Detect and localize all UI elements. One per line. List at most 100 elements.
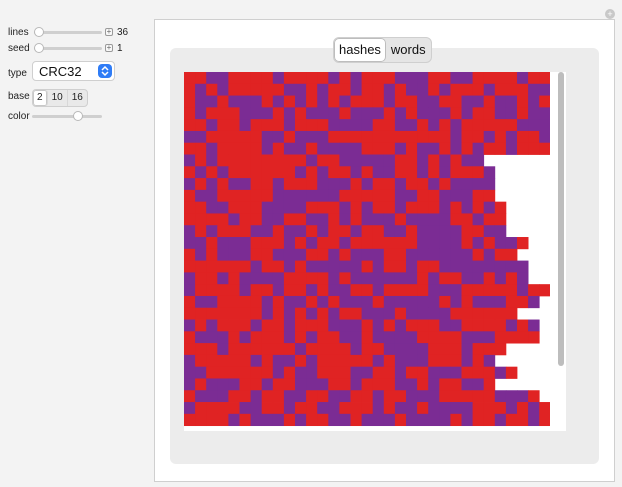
bit-cell bbox=[461, 248, 473, 261]
plus-icon[interactable]: + bbox=[105, 44, 113, 52]
base-option-16[interactable]: 16 bbox=[68, 90, 87, 106]
bit-cell bbox=[394, 154, 407, 167]
bit-cell bbox=[417, 237, 429, 250]
bit-cell bbox=[406, 130, 418, 144]
bit-cell bbox=[350, 354, 362, 368]
bit-cell bbox=[494, 402, 507, 415]
bit-cell bbox=[306, 166, 318, 179]
bit-cell bbox=[383, 319, 396, 332]
bit-cell bbox=[328, 142, 340, 155]
bit-cell bbox=[250, 166, 263, 179]
bit-cell bbox=[217, 402, 229, 415]
bit-cell bbox=[283, 413, 296, 427]
bit-cell bbox=[306, 225, 318, 238]
bit-cell bbox=[295, 142, 307, 155]
bit-cell bbox=[228, 354, 240, 368]
bit-cell bbox=[250, 237, 263, 250]
lines-slider-knob[interactable] bbox=[34, 27, 44, 37]
base-label: base bbox=[8, 91, 30, 102]
seed-slider[interactable] bbox=[34, 47, 102, 50]
bit-cell bbox=[428, 260, 440, 273]
bit-cell bbox=[272, 272, 285, 285]
bit-cell bbox=[339, 178, 351, 191]
bit-cell bbox=[361, 130, 374, 144]
bit-cell bbox=[517, 119, 529, 132]
bit-cell bbox=[428, 178, 440, 191]
vertical-scrollbar[interactable] bbox=[556, 72, 566, 431]
bit-cell bbox=[505, 83, 518, 96]
bit-cell bbox=[472, 72, 485, 85]
bit-cell bbox=[383, 237, 396, 250]
bit-cell bbox=[494, 343, 507, 356]
bit-cell bbox=[195, 343, 207, 356]
bit-cell bbox=[428, 331, 440, 344]
bit-cell bbox=[239, 237, 251, 250]
color-slider-knob[interactable] bbox=[73, 111, 83, 121]
bit-cell bbox=[361, 154, 374, 167]
plus-circle-icon[interactable]: + bbox=[605, 9, 615, 19]
bit-cell bbox=[372, 248, 385, 261]
bit-cell bbox=[450, 201, 462, 214]
bit-cell bbox=[272, 343, 285, 356]
bit-cell bbox=[372, 331, 385, 344]
bit-cell bbox=[528, 284, 540, 297]
bit-cell bbox=[339, 83, 351, 96]
bit-cell bbox=[472, 142, 485, 155]
bit-cell bbox=[428, 390, 440, 403]
bit-cell bbox=[450, 295, 462, 309]
base-option-2[interactable]: 2 bbox=[33, 90, 48, 106]
bit-cell bbox=[417, 272, 429, 285]
bit-cell bbox=[350, 378, 362, 391]
bit-cell bbox=[383, 213, 396, 226]
bit-cell bbox=[461, 284, 473, 297]
bit-cell bbox=[306, 178, 318, 191]
bit-cell bbox=[250, 130, 263, 144]
lines-slider[interactable] bbox=[34, 31, 102, 34]
bit-cell bbox=[184, 378, 196, 391]
scrollbar-thumb[interactable] bbox=[558, 72, 564, 366]
bit-cell bbox=[217, 272, 229, 285]
bit-cell bbox=[417, 119, 429, 132]
bit-cell bbox=[483, 213, 496, 226]
bit-cell bbox=[361, 390, 374, 403]
bit-cell bbox=[483, 402, 496, 415]
bit-cell bbox=[406, 307, 418, 320]
bit-cell bbox=[450, 378, 462, 391]
bit-cell bbox=[517, 319, 529, 332]
bit-cell bbox=[372, 402, 385, 415]
bit-cell bbox=[283, 142, 296, 155]
bit-cell bbox=[428, 154, 440, 167]
tab-words[interactable]: words bbox=[386, 38, 431, 62]
bit-cell bbox=[361, 284, 374, 297]
plus-icon[interactable]: + bbox=[105, 28, 113, 36]
seed-slider-knob[interactable] bbox=[34, 43, 44, 53]
bit-cell bbox=[184, 366, 196, 379]
color-slider[interactable] bbox=[32, 115, 102, 118]
bit-cell bbox=[450, 272, 462, 285]
view-tabs[interactable]: hashes words bbox=[333, 37, 432, 63]
type-select[interactable]: CRC32 bbox=[32, 61, 115, 81]
bit-cell bbox=[372, 343, 385, 356]
bit-cell bbox=[295, 225, 307, 238]
bit-cell bbox=[383, 402, 396, 415]
bit-cell bbox=[450, 119, 462, 132]
bit-cell bbox=[217, 413, 229, 427]
up-down-chevron-icon[interactable] bbox=[98, 64, 112, 78]
bit-cell bbox=[217, 72, 229, 85]
bit-cell bbox=[239, 201, 251, 214]
bit-cell bbox=[239, 378, 251, 391]
bit-cell bbox=[472, 189, 485, 203]
bit-cell bbox=[361, 413, 374, 427]
bit-cell bbox=[317, 225, 329, 238]
tab-hashes[interactable]: hashes bbox=[334, 38, 386, 62]
bit-cell bbox=[361, 272, 374, 285]
bit-cell bbox=[528, 119, 540, 132]
bit-cell bbox=[217, 307, 229, 320]
base-selector[interactable]: 2 10 16 bbox=[32, 89, 88, 107]
base-option-10[interactable]: 10 bbox=[48, 90, 68, 106]
bit-cell bbox=[417, 378, 429, 391]
bit-cell bbox=[394, 354, 407, 368]
bit-cell bbox=[328, 83, 340, 96]
bit-cell bbox=[428, 107, 440, 120]
bit-cell bbox=[461, 366, 473, 379]
